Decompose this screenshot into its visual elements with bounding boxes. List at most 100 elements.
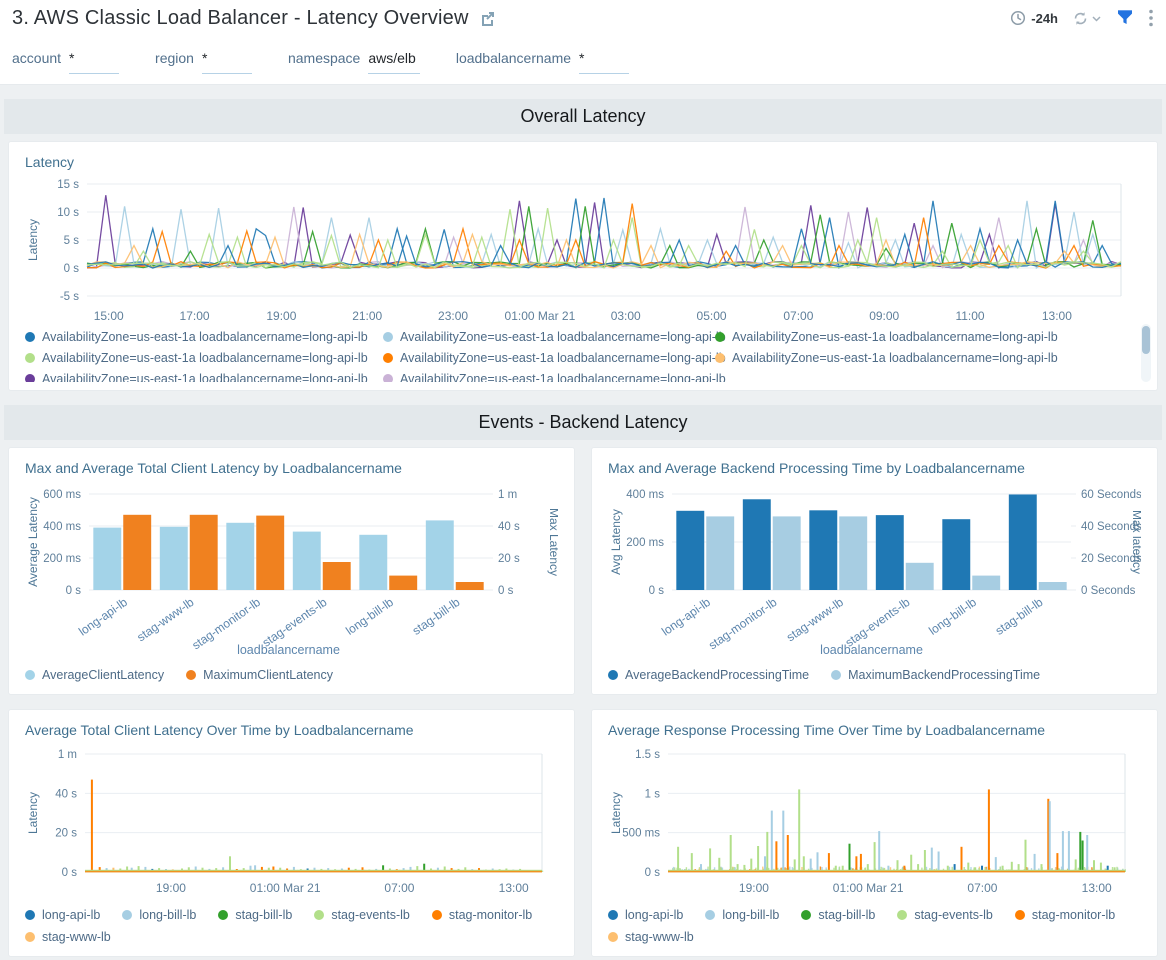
legend-label: AvailabilityZone=us-east-1a loadbalancer…	[732, 351, 1058, 365]
legend-color-dot	[383, 332, 393, 342]
legend-label: AvailabilityZone=us-east-1a loadbalancer…	[732, 330, 1058, 344]
filter-loadbalancername-value[interactable]: *	[579, 50, 629, 74]
backend-time-bar-chart[interactable]: 400 ms200 ms0 s60 Seconds40 Seconds20 Se…	[606, 480, 1143, 660]
lb-legend-item[interactable]: stag-monitor-lb	[432, 908, 532, 922]
svg-text:23:00: 23:00	[438, 309, 468, 323]
svg-text:long-bill-lb: long-bill-lb	[926, 595, 979, 638]
overall-legend-item[interactable]: AvailabilityZone=us-east-1a loadbalancer…	[25, 330, 383, 344]
svg-text:11:00: 11:00	[955, 309, 984, 323]
filter-account[interactable]: account *	[12, 50, 119, 74]
legend-color-dot	[608, 670, 618, 680]
lb-legend-item[interactable]: long-api-lb	[608, 908, 683, 922]
legend-label: stag-www-lb	[625, 930, 694, 944]
svg-text:01:00 Mar 21: 01:00 Mar 21	[833, 881, 904, 895]
more-menu-icon[interactable]	[1148, 8, 1154, 28]
client-latency-bar-chart[interactable]: 600 ms400 ms200 ms0 s1 m40 s20 s0 sAvera…	[23, 480, 560, 660]
overall-legend-item[interactable]: AvailabilityZone=us-east-1a loadbalancer…	[383, 351, 715, 365]
svg-text:0 s: 0 s	[66, 585, 82, 597]
svg-text:0 s: 0 s	[64, 263, 80, 275]
svg-text:stag-monitor-lb: stag-monitor-lb	[706, 595, 780, 653]
legend-color-dot	[432, 910, 442, 920]
lb-legend-item[interactable]: long-api-lb	[25, 908, 100, 922]
legend-color-dot	[383, 374, 393, 382]
lb-legend-item[interactable]: stag-events-lb	[897, 908, 993, 922]
lb-legend-item[interactable]: stag-monitor-lb	[1015, 908, 1115, 922]
svg-text:09:00: 09:00	[869, 309, 899, 323]
legend-color-dot	[218, 910, 228, 920]
legend-color-dot	[831, 670, 841, 680]
share-icon[interactable]	[479, 9, 497, 27]
time-range-label: -24h	[1031, 11, 1058, 26]
response-time-time-chart[interactable]: 1.5 s1 s500 ms0 sLatency19:0001:00 Mar 2…	[606, 742, 1143, 900]
lb-legend-item[interactable]: stag-www-lb	[25, 930, 111, 944]
series-legend-item[interactable]: MaximumClientLatency	[186, 668, 333, 682]
time-range-button[interactable]: -24h	[1010, 10, 1058, 26]
lb-legend-item[interactable]: stag-www-lb	[608, 930, 694, 944]
overall-legend-item[interactable]: AvailabilityZone=us-east-1a loadbalancer…	[715, 351, 1143, 365]
svg-text:07:00: 07:00	[967, 881, 997, 895]
svg-text:0 s: 0 s	[62, 867, 78, 879]
svg-text:long-bill-lb: long-bill-lb	[343, 595, 396, 638]
svg-text:19:00: 19:00	[156, 881, 186, 895]
lb-legend-item[interactable]: stag-bill-lb	[218, 908, 292, 922]
svg-text:-5 s: -5 s	[60, 291, 79, 303]
refresh-button[interactable]	[1072, 10, 1102, 27]
filter-namespace[interactable]: namespace aws/elb	[288, 50, 420, 74]
legend-color-dot	[383, 353, 393, 363]
legend-label: stag-monitor-lb	[449, 908, 532, 922]
legend-scrollbar[interactable]	[1141, 324, 1151, 382]
filter-region-value[interactable]: *	[202, 50, 252, 74]
legend-color-dot	[608, 932, 618, 942]
svg-text:1.5 s: 1.5 s	[635, 749, 660, 761]
overall-legend-item[interactable]: AvailabilityZone=us-east-1a loadbalancer…	[715, 330, 1143, 344]
legend-label: AvailabilityZone=us-east-1a loadbalancer…	[400, 351, 726, 365]
legend-label: stag-bill-lb	[235, 908, 292, 922]
panel-client-latency-by-lb: Max and Average Total Client Latency by …	[8, 447, 575, 695]
overall-latency-legend: AvailabilityZone=us-east-1a loadbalancer…	[25, 330, 1143, 382]
lb-legend-item[interactable]: long-bill-lb	[705, 908, 779, 922]
legend-label: stag-monitor-lb	[1032, 908, 1115, 922]
svg-text:loadbalancername: loadbalancername	[237, 643, 340, 657]
legend-label: AvailabilityZone=us-east-1a loadbalancer…	[400, 372, 726, 382]
legend-color-dot	[801, 910, 811, 920]
overall-legend-item[interactable]: AvailabilityZone=us-east-1a loadbalancer…	[25, 351, 383, 365]
filter-account-value[interactable]: *	[69, 50, 119, 74]
svg-text:05:00: 05:00	[697, 309, 727, 323]
filter-loadbalancername[interactable]: loadbalancername *	[456, 50, 629, 74]
legend-color-dot	[715, 332, 725, 342]
panel-latency: Latency 15 s10 s5 s0 s-5 sLatency15:0017…	[8, 141, 1158, 391]
overall-latency-chart[interactable]: 15 s10 s5 s0 s-5 sLatency15:0017:0019:00…	[23, 174, 1143, 324]
svg-text:long-api-lb: long-api-lb	[659, 595, 713, 639]
svg-text:21:00: 21:00	[352, 309, 382, 323]
overall-legend-item[interactable]: AvailabilityZone=us-east-1a loadbalancer…	[25, 372, 383, 382]
client-latency-legend: AverageClientLatency MaximumClientLatency	[25, 668, 560, 682]
overall-legend-item[interactable]: AvailabilityZone=us-east-1a loadbalancer…	[383, 330, 715, 344]
legend-color-dot	[25, 332, 35, 342]
legend-label: stag-events-lb	[914, 908, 993, 922]
series-legend-item[interactable]: AverageClientLatency	[25, 668, 164, 682]
overall-legend-item[interactable]: AvailabilityZone=us-east-1a loadbalancer…	[383, 372, 715, 382]
series-legend-item[interactable]: MaximumBackendProcessingTime	[831, 668, 1040, 682]
legend-color-dot	[608, 910, 618, 920]
panel-response-time-over-time: Average Response Processing Time Over Ti…	[591, 709, 1158, 957]
legend-color-dot	[25, 932, 35, 942]
legend-label: AvailabilityZone=us-east-1a loadbalancer…	[42, 372, 368, 382]
client-latency-time-chart[interactable]: 1 m40 s20 s0 sLatency19:0001:00 Mar 2107…	[23, 742, 560, 900]
svg-text:Avg Latency: Avg Latency	[609, 509, 623, 575]
dashboard-header: 3. AWS Classic Load Balancer - Latency O…	[0, 0, 1166, 85]
legend-scrollbar-thumb[interactable]	[1142, 326, 1150, 354]
svg-text:stag-bill-lb: stag-bill-lb	[993, 595, 1046, 638]
filter-bar: account * region * namespace aws/elb loa…	[0, 36, 1166, 74]
response-time-time-legend: long-api-lb long-bill-lb stag-bill-lb stag-…	[608, 908, 1143, 944]
filter-namespace-value[interactable]: aws/elb	[368, 50, 419, 74]
lb-legend-item[interactable]: long-bill-lb	[122, 908, 196, 922]
legend-label: stag-www-lb	[42, 930, 111, 944]
svg-text:200 ms: 200 ms	[43, 553, 81, 565]
filter-region[interactable]: region *	[155, 50, 252, 74]
svg-text:stag-www-lb: stag-www-lb	[134, 595, 196, 645]
filter-icon[interactable]	[1116, 9, 1134, 27]
svg-text:20 s: 20 s	[498, 553, 520, 565]
lb-legend-item[interactable]: stag-events-lb	[314, 908, 410, 922]
lb-legend-item[interactable]: stag-bill-lb	[801, 908, 875, 922]
series-legend-item[interactable]: AverageBackendProcessingTime	[608, 668, 809, 682]
